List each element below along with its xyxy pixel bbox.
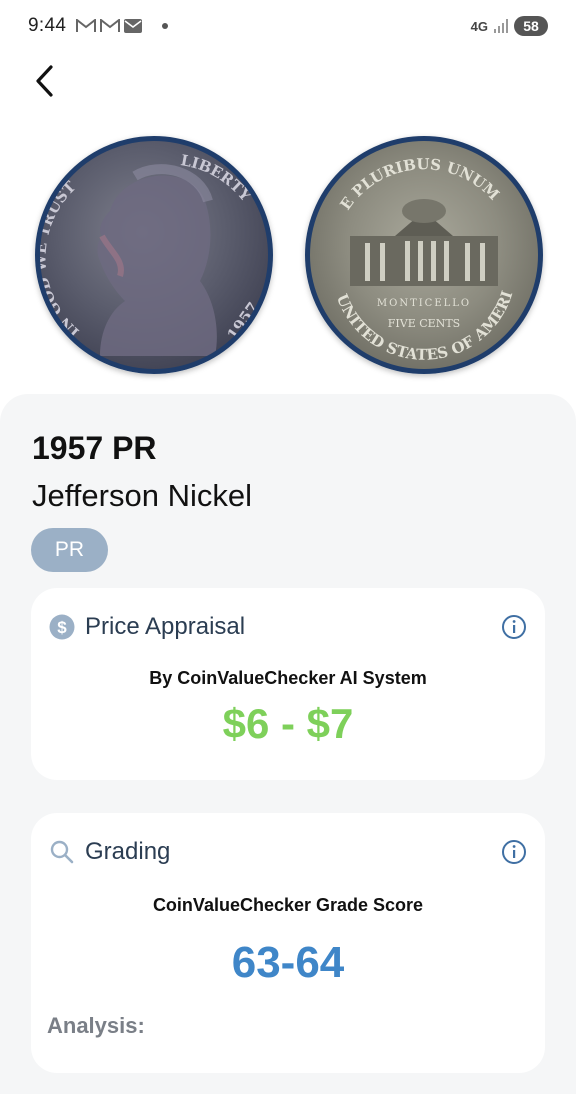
search-icon [50, 840, 74, 864]
info-icon[interactable] [501, 614, 527, 640]
battery-icon: 58 [514, 16, 548, 36]
grade-tag-chip[interactable]: PR [31, 528, 108, 572]
analysis-label: Analysis: [47, 1013, 145, 1038]
coin-obverse-image[interactable]: IN GOD WE TRUST LIBERTY 1957 [35, 136, 273, 374]
mail-icon [124, 19, 143, 33]
price-card-title: Price Appraisal [85, 613, 246, 640]
coin-images: IN GOD WE TRUST LIBERTY 1957 E PLURIBUS … [0, 130, 576, 380]
coin-year-grade: 1957 PR [32, 430, 157, 466]
grading-card-subtitle: CoinValueChecker Grade Score [152, 895, 424, 915]
coin-reverse-art: E PLURIBUS UNUM MONTICELLO FIVE CENTS UN… [310, 141, 516, 364]
price-card-subtitle: By CoinValueChecker AI System [149, 668, 427, 688]
dollar-icon: $ [49, 614, 75, 640]
gmail-icon [76, 19, 97, 32]
price-card-header: $ Price Appraisal [49, 612, 527, 642]
network-type: 4G [470, 18, 488, 34]
info-icon[interactable] [501, 839, 527, 865]
back-button[interactable] [24, 60, 64, 102]
obverse-year-text: 1957 [224, 299, 263, 344]
coin-reverse-image[interactable]: E PLURIBUS UNUM MONTICELLO FIVE CENTS UN… [305, 136, 543, 374]
chevron-left-icon [36, 65, 53, 97]
grade-score-value: 63-64 [231, 938, 345, 987]
gmail-icon [100, 19, 121, 32]
coin-name: Jefferson Nickel [32, 478, 252, 513]
status-left: 9:44 [28, 15, 169, 37]
price-range-value: $6 - $7 [222, 700, 354, 747]
grading-card: Grading CoinValueChecker Grade Score 63-… [31, 813, 545, 1073]
reverse-denomination-text: FIVE CENTS [388, 317, 460, 330]
price-appraisal-card: $ Price Appraisal By CoinValueChecker AI… [31, 588, 545, 780]
notification-icons [76, 19, 143, 33]
svg-text:$: $ [57, 618, 67, 637]
status-right: 4G 58 [471, 16, 548, 36]
obverse-motto-text: IN GOD WE TRUST [40, 177, 83, 341]
reverse-monticello-text: MONTICELLO [377, 298, 471, 309]
grading-card-title: Grading [85, 838, 171, 865]
signal-icon [494, 19, 508, 33]
more-notifications-dot [162, 23, 169, 29]
status-time: 9:44 [28, 15, 67, 36]
coin-obverse-art: IN GOD WE TRUST LIBERTY 1957 [40, 151, 263, 356]
grading-card-header: Grading [49, 837, 527, 867]
status-bar: 9:44 4G 58 [0, 0, 576, 52]
